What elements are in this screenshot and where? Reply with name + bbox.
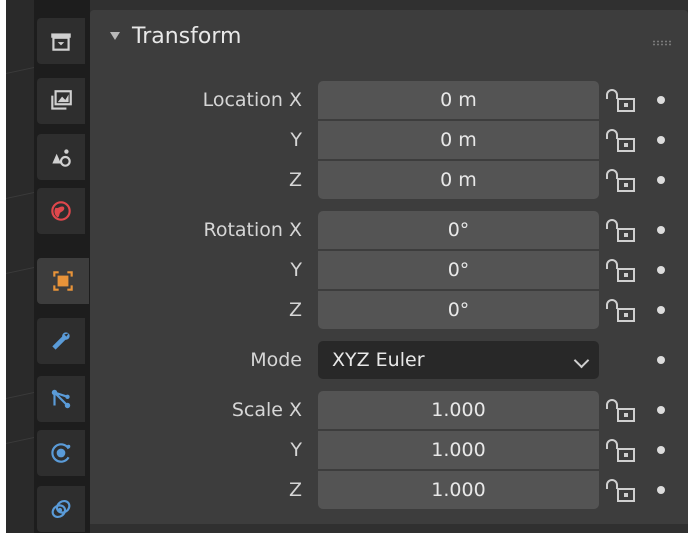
mode-row: Mode XYZ Euler: [90, 340, 688, 380]
keyframe-dot-icon[interactable]: [657, 446, 665, 454]
tab-constraints[interactable]: [37, 486, 85, 532]
drag-grip-icon[interactable]: [652, 40, 672, 46]
mode-label: Mode: [250, 349, 302, 371]
keyframe-dot-icon[interactable]: [657, 406, 665, 414]
tab-world[interactable]: [37, 188, 85, 234]
tab-physics[interactable]: [37, 430, 85, 476]
physics-icon: [51, 443, 71, 463]
keyframe-dot-icon[interactable]: [657, 266, 665, 274]
location-x-label: Location X: [202, 89, 302, 111]
rotation-x-field[interactable]: 0°: [318, 211, 599, 249]
rotation-z-row: Z 0°: [90, 290, 688, 330]
tab-scene[interactable]: [37, 134, 85, 180]
location-y-label: Y: [290, 129, 302, 151]
unlock-icon[interactable]: [605, 477, 639, 505]
rotation-x-label: Rotation X: [203, 219, 302, 241]
wrench-icon: [52, 332, 70, 350]
object-icon: [53, 271, 73, 291]
output-icon: [51, 90, 72, 110]
scene-icon: [52, 149, 71, 167]
render-icon: [51, 33, 71, 51]
scale-x-label: Scale X: [231, 399, 302, 421]
location-y-row: Y 0 m: [90, 120, 688, 160]
keyframe-dot-icon[interactable]: [657, 176, 665, 184]
location-x-field[interactable]: 0 m: [318, 81, 599, 119]
properties-editor: Transform Location X 0 m Y 0 m Z 0 m Rot…: [6, 0, 688, 533]
unlock-icon[interactable]: [605, 437, 639, 465]
keyframe-dot-icon[interactable]: [657, 136, 665, 144]
rotation-mode-select[interactable]: XYZ Euler: [318, 341, 599, 379]
rotation-mode-value: XYZ Euler: [332, 349, 425, 371]
world-icon: [51, 201, 71, 221]
tab-object[interactable]: [37, 258, 89, 304]
unlock-icon[interactable]: [605, 87, 639, 115]
chevron-down-icon: [573, 352, 590, 369]
outliner-edge: [6, 0, 34, 533]
unlock-icon[interactable]: [605, 297, 639, 325]
constraints-icon: [51, 499, 71, 519]
keyframe-dot-icon[interactable]: [657, 306, 665, 314]
properties-area: Transform Location X 0 m Y 0 m Z 0 m Rot…: [90, 0, 688, 533]
tab-modifiers[interactable]: [37, 318, 85, 364]
scale-y-row: Y 1.000: [90, 430, 688, 470]
scale-z-row: Z 1.000: [90, 470, 688, 510]
panel-title: Transform: [132, 24, 242, 49]
tab-output[interactable]: [37, 78, 85, 124]
scale-y-label: Y: [290, 439, 302, 461]
rotation-y-row: Y 0°: [90, 250, 688, 290]
unlock-icon[interactable]: [605, 397, 639, 425]
keyframe-dot-icon[interactable]: [657, 356, 665, 364]
collapse-triangle-icon[interactable]: [110, 32, 120, 40]
rotation-z-label: Z: [288, 299, 302, 321]
location-z-row: Z 0 m: [90, 160, 688, 200]
particles-icon: [51, 389, 71, 409]
transform-panel-header[interactable]: Transform: [90, 10, 688, 64]
location-x-row: Location X 0 m: [90, 80, 688, 120]
unlock-icon[interactable]: [605, 217, 639, 245]
keyframe-dot-icon[interactable]: [657, 226, 665, 234]
rotation-y-field[interactable]: 0°: [318, 251, 599, 289]
scale-y-field[interactable]: 1.000: [318, 431, 599, 469]
location-z-field[interactable]: 0 m: [318, 161, 599, 199]
scale-x-field[interactable]: 1.000: [318, 391, 599, 429]
tab-render[interactable]: [37, 18, 85, 64]
location-z-label: Z: [288, 169, 302, 191]
rotation-y-label: Y: [290, 259, 302, 281]
keyframe-dot-icon[interactable]: [657, 96, 665, 104]
scale-x-row: Scale X 1.000: [90, 390, 688, 430]
unlock-icon[interactable]: [605, 257, 639, 285]
location-y-field[interactable]: 0 m: [318, 121, 599, 159]
unlock-icon[interactable]: [605, 167, 639, 195]
properties-tab-bar: [34, 0, 90, 533]
rotation-z-field[interactable]: 0°: [318, 291, 599, 329]
scale-z-field[interactable]: 1.000: [318, 471, 599, 509]
tab-particles[interactable]: [37, 376, 85, 422]
scale-z-label: Z: [288, 479, 302, 501]
unlock-icon[interactable]: [605, 127, 639, 155]
rotation-x-row: Rotation X 0°: [90, 210, 688, 250]
keyframe-dot-icon[interactable]: [657, 486, 665, 494]
